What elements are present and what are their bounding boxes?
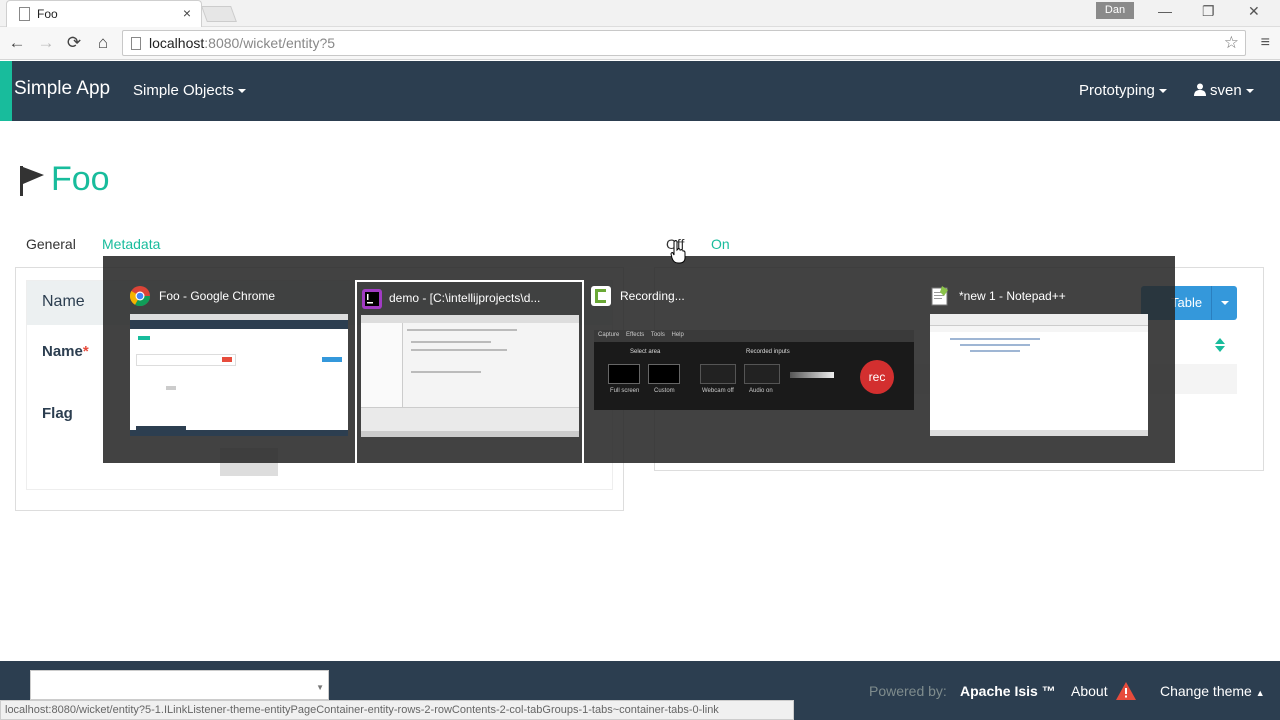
menu-prototyping[interactable]: Prototyping [1079, 82, 1167, 99]
recorder-audio-on: Audio on [749, 388, 773, 394]
chevron-down-icon [1158, 89, 1167, 94]
recorder-thumbnail: Capture Effects Tools Help Select area R… [594, 330, 914, 410]
fieldset-title: Name [42, 293, 85, 310]
name-label: Name* [42, 343, 89, 360]
table-view-label: Table [1171, 295, 1203, 310]
change-theme-label: Change theme [1160, 683, 1252, 699]
home-icon[interactable]: ⌂ [92, 33, 114, 53]
change-theme-link[interactable]: Change theme ▲ [1160, 683, 1265, 699]
apache-isis-link[interactable]: Apache Isis ™ [960, 683, 1056, 699]
minimize-icon[interactable]: — [1158, 3, 1172, 19]
chevron-down-icon: ▼ [316, 683, 324, 692]
chevron-up-icon: ▲ [1255, 688, 1265, 698]
recorder-webcam-off: Webcam off [702, 388, 734, 394]
hand-cursor-icon [670, 240, 686, 264]
recorder-menu-capture: Capture [598, 332, 620, 338]
chrome-menu-icon[interactable]: ≡ [1261, 34, 1270, 52]
browser-tabstrip: Foo × Dan — ❐ ✕ [0, 0, 1280, 27]
recorder-full-screen: Full screen [610, 388, 640, 394]
intellij-thumbnail [361, 315, 579, 437]
switcher-item-notepadpp[interactable]: *new 1 - Notepad++ [930, 280, 1150, 440]
menu-user[interactable]: sven [1194, 82, 1254, 99]
address-bar[interactable]: localhost:8080/wicket/entity?5 ☆ [122, 30, 1246, 56]
recorder-custom: Custom [654, 388, 675, 394]
recorder-menu-effects: Effects [626, 332, 645, 338]
record-button: rec [860, 360, 894, 394]
switcher-item-title: demo - [C:\intellijprojects\d... [389, 291, 541, 305]
recorder-menu-help: Help [671, 332, 684, 338]
recorder-menu-tools: Tools [650, 332, 665, 338]
app-brand[interactable]: Simple App [14, 78, 110, 100]
forward-icon[interactable]: → [35, 33, 57, 53]
menu-prototyping-label: Prototyping [1079, 82, 1155, 99]
tab-general[interactable]: General [26, 236, 76, 252]
switcher-item-intellij[interactable]: demo - [C:\intellijprojects\d... [355, 280, 584, 465]
chevron-down-icon [1221, 301, 1229, 305]
chrome-thumbnail [130, 314, 348, 436]
switcher-item-title: *new 1 - Notepad++ [959, 289, 1066, 303]
intellij-icon [362, 289, 382, 309]
menu-simple-objects[interactable]: Simple Objects [133, 82, 246, 99]
powered-by-label: Powered by: [869, 683, 947, 699]
browser-toolbar: ← → ⟳ ⌂ localhost:8080/wicket/entity?5 ☆… [0, 27, 1280, 60]
bookmark-star-icon[interactable]: ☆ [1224, 33, 1239, 53]
navbar-accent [0, 61, 12, 121]
chrome-icon [130, 286, 150, 306]
back-icon[interactable]: ← [6, 33, 28, 53]
switcher-item-title: Foo - Google Chrome [159, 289, 276, 303]
tab-on[interactable]: On [711, 236, 730, 252]
new-tab-button[interactable] [201, 6, 237, 22]
chevron-down-icon [237, 89, 246, 94]
page-icon [19, 7, 30, 21]
chevron-down-icon [1245, 89, 1254, 94]
switcher-item-title: Recording... [620, 289, 685, 303]
url-text: localhost:8080/wicket/entity?5 [149, 35, 335, 51]
browser-status-bar: localhost:8080/wicket/entity?5-1.ILinkLi… [0, 700, 794, 720]
menu-user-label: sven [1210, 82, 1242, 99]
close-window-icon[interactable]: ✕ [1248, 3, 1260, 20]
required-marker: * [82, 343, 89, 360]
page-icon [131, 37, 141, 50]
browser-tab[interactable]: Foo × [6, 0, 202, 27]
warning-icon [1116, 682, 1136, 700]
camtasia-icon [591, 286, 611, 306]
page-title-text: Foo [51, 160, 110, 198]
window-switcher: Foo - Google Chrome demo - [C:\intellijp… [103, 256, 1175, 465]
switcher-item-recorder[interactable]: Recording... Capture Effects Tools Help … [591, 280, 914, 440]
url-host: localhost [149, 35, 205, 51]
recorder-recorded-inputs: Recorded inputs [746, 349, 790, 355]
flag-icon [20, 166, 44, 196]
close-tab-icon[interactable]: × [183, 5, 191, 21]
table-view-dropdown[interactable] [1211, 286, 1237, 320]
notepadpp-icon [931, 286, 948, 306]
app-navbar: Simple App Simple Objects Prototyping sv… [0, 61, 1280, 121]
url-path: :8080/wicket/entity?5 [204, 35, 336, 51]
reload-icon[interactable]: ⟳ [63, 33, 85, 53]
restore-icon[interactable]: ❐ [1202, 3, 1215, 20]
profile-chip[interactable]: Dan [1096, 2, 1134, 19]
menu-simple-objects-label: Simple Objects [133, 82, 234, 99]
tab-metadata[interactable]: Metadata [102, 236, 160, 252]
flag-label: Flag [42, 405, 73, 422]
sort-icon[interactable] [1215, 338, 1225, 352]
recorder-select-area: Select area [630, 349, 661, 355]
name-label-text: Name [42, 343, 83, 360]
switcher-item-chrome[interactable]: Foo - Google Chrome [130, 280, 350, 440]
about-link[interactable]: About [1071, 683, 1108, 699]
notepadpp-thumbnail [930, 314, 1148, 436]
user-icon [1194, 83, 1206, 96]
browser-tab-title: Foo [37, 7, 58, 21]
theme-select[interactable]: ▼ [30, 670, 329, 700]
